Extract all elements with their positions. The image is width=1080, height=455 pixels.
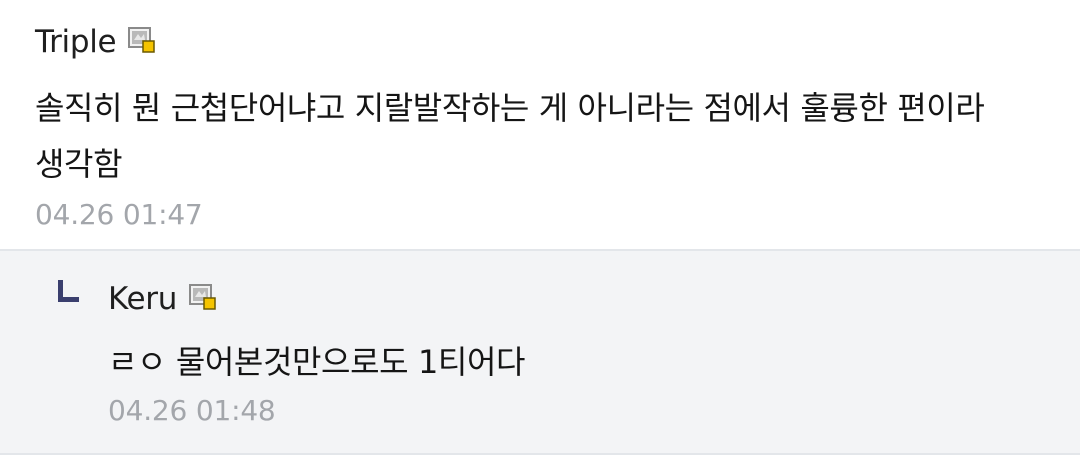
comment-author-row: Triple (35, 22, 1080, 62)
reply-author-row: Keru (108, 279, 1080, 319)
reply-corner-icon (58, 280, 80, 304)
comment-author-name[interactable]: Triple (35, 24, 117, 60)
reply-author-name[interactable]: Keru (108, 281, 177, 317)
fixed-nick-icon (189, 283, 217, 311)
fixed-nick-icon (128, 26, 156, 54)
comment-text: 솔직히 뭔 근첩단어냐고 지랄발작하는 게 아니라는 점에서 훌륭한 편이라 생… (35, 89, 985, 183)
reply-text: ㄹㅇ 물어본것만으로도 1티어다 (108, 343, 526, 381)
comment-timestamp: 04.26 01:47 (35, 198, 203, 231)
comment-item: Triple 솔직히 뭔 근첩단어냐고 지랄발작하는 게 아니라는 점에서 훌륭… (0, 0, 1080, 251)
reply-corner-horizontal (58, 297, 79, 302)
reply-timestamp: 04.26 01:48 (108, 394, 276, 427)
reply-item: Keru ㄹㅇ 물어본것만으로도 1티어다 04.26 01:48 (0, 251, 1080, 455)
